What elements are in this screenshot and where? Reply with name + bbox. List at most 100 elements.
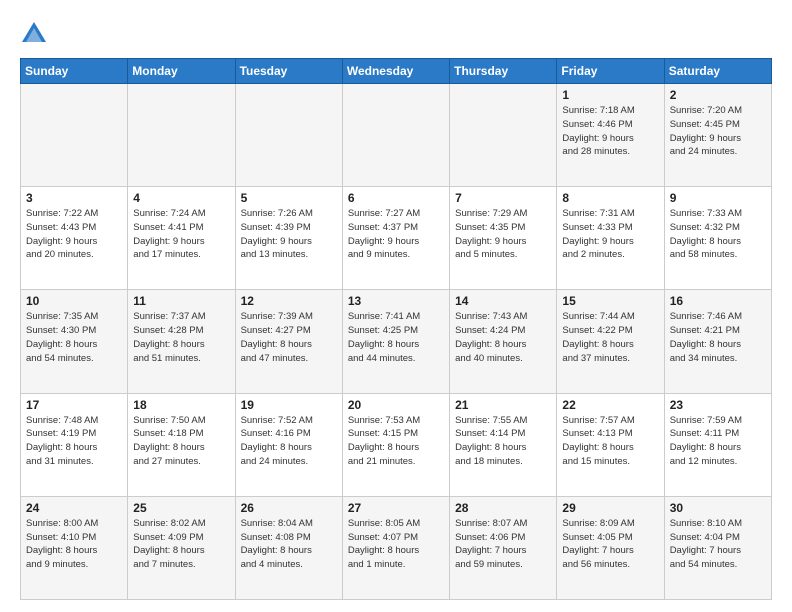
header-day-saturday: Saturday [664, 59, 771, 84]
day-number: 5 [241, 191, 337, 205]
day-cell [21, 84, 128, 187]
day-cell: 4 Sunrise: 7:24 AM Sunset: 4:41 PM Daylig… [128, 187, 235, 290]
day-number: 28 [455, 501, 551, 515]
logo-icon [20, 20, 48, 48]
day-cell: 25 Sunrise: 8:02 AM Sunset: 4:09 PM Dayli… [128, 496, 235, 599]
day-number: 16 [670, 294, 766, 308]
day-info: Sunrise: 8:00 AM Sunset: 4:10 PM Dayligh… [26, 517, 122, 572]
day-number: 6 [348, 191, 444, 205]
day-cell: 3Sunrise: 7:22 AM Sunset: 4:43 PM Daylig… [21, 187, 128, 290]
day-cell: 20Sunrise: 7:53 AM Sunset: 4:15 PM Dayli… [342, 393, 449, 496]
day-info: Sunrise: 7:46 AM Sunset: 4:21 PM Dayligh… [670, 310, 766, 365]
calendar-header: SundayMondayTuesdayWednesdayThursdayFrid… [21, 59, 772, 84]
day-cell [128, 84, 235, 187]
day-number: 29 [562, 501, 658, 515]
day-number: 20 [348, 398, 444, 412]
day-cell: 18 Sunrise: 7:50 AM Sunset: 4:18 PM Dayli… [128, 393, 235, 496]
week-row-0: 1 Sunrise: 7:18 AM Sunset: 4:46 PM Daylig… [21, 84, 772, 187]
day-info: Sunrise: 8:07 AM Sunset: 4:06 PM Dayligh… [455, 517, 551, 572]
day-cell: 29 Sunrise: 8:09 AM Sunset: 4:05 PM Dayli… [557, 496, 664, 599]
day-info: Sunrise: 7:59 AM Sunset: 4:11 PM Dayligh… [670, 414, 766, 469]
header-day-friday: Friday [557, 59, 664, 84]
calendar-table: SundayMondayTuesdayWednesdayThursdayFrid… [20, 58, 772, 600]
day-number: 19 [241, 398, 337, 412]
day-number: 2 [670, 88, 766, 102]
day-cell: 27 Sunrise: 8:05 AM Sunset: 4:07 PM Dayli… [342, 496, 449, 599]
day-number: 13 [348, 294, 444, 308]
day-number: 17 [26, 398, 122, 412]
header-day-tuesday: Tuesday [235, 59, 342, 84]
day-info: Sunrise: 7:26 AM Sunset: 4:39 PM Dayligh… [241, 207, 337, 262]
week-row-4: 24Sunrise: 8:00 AM Sunset: 4:10 PM Dayli… [21, 496, 772, 599]
day-number: 10 [26, 294, 122, 308]
calendar-body: 1 Sunrise: 7:18 AM Sunset: 4:46 PM Daylig… [21, 84, 772, 600]
day-cell: 7 Sunrise: 7:29 AM Sunset: 4:35 PM Daylig… [450, 187, 557, 290]
day-number: 27 [348, 501, 444, 515]
page: SundayMondayTuesdayWednesdayThursdayFrid… [0, 0, 792, 612]
day-cell: 22Sunrise: 7:57 AM Sunset: 4:13 PM Dayli… [557, 393, 664, 496]
day-cell: 9Sunrise: 7:33 AM Sunset: 4:32 PM Daylig… [664, 187, 771, 290]
day-number: 30 [670, 501, 766, 515]
day-info: Sunrise: 7:27 AM Sunset: 4:37 PM Dayligh… [348, 207, 444, 262]
day-cell: 10 Sunrise: 7:35 AM Sunset: 4:30 PM Dayli… [21, 290, 128, 393]
day-info: Sunrise: 7:52 AM Sunset: 4:16 PM Dayligh… [241, 414, 337, 469]
day-cell: 15 Sunrise: 7:44 AM Sunset: 4:22 PM Dayli… [557, 290, 664, 393]
day-cell: 24Sunrise: 8:00 AM Sunset: 4:10 PM Dayli… [21, 496, 128, 599]
header-day-sunday: Sunday [21, 59, 128, 84]
day-info: Sunrise: 7:44 AM Sunset: 4:22 PM Dayligh… [562, 310, 658, 365]
day-cell: 8Sunrise: 7:31 AM Sunset: 4:33 PM Daylig… [557, 187, 664, 290]
day-cell: 6 Sunrise: 7:27 AM Sunset: 4:37 PM Daylig… [342, 187, 449, 290]
day-number: 23 [670, 398, 766, 412]
day-cell: 28 Sunrise: 8:07 AM Sunset: 4:06 PM Dayli… [450, 496, 557, 599]
day-cell: 30 Sunrise: 8:10 AM Sunset: 4:04 PM Dayli… [664, 496, 771, 599]
day-info: Sunrise: 8:10 AM Sunset: 4:04 PM Dayligh… [670, 517, 766, 572]
day-cell: 1 Sunrise: 7:18 AM Sunset: 4:46 PM Daylig… [557, 84, 664, 187]
day-cell [342, 84, 449, 187]
day-cell: 17Sunrise: 7:48 AM Sunset: 4:19 PM Dayli… [21, 393, 128, 496]
day-cell: 12 Sunrise: 7:39 AM Sunset: 4:27 PM Dayli… [235, 290, 342, 393]
day-info: Sunrise: 7:24 AM Sunset: 4:41 PM Dayligh… [133, 207, 229, 262]
day-info: Sunrise: 7:33 AM Sunset: 4:32 PM Dayligh… [670, 207, 766, 262]
day-number: 14 [455, 294, 551, 308]
day-cell: 5 Sunrise: 7:26 AM Sunset: 4:39 PM Daylig… [235, 187, 342, 290]
day-cell: 23 Sunrise: 7:59 AM Sunset: 4:11 PM Dayli… [664, 393, 771, 496]
day-cell [450, 84, 557, 187]
day-cell: 19 Sunrise: 7:52 AM Sunset: 4:16 PM Dayli… [235, 393, 342, 496]
day-cell [235, 84, 342, 187]
day-info: Sunrise: 7:55 AM Sunset: 4:14 PM Dayligh… [455, 414, 551, 469]
day-info: Sunrise: 8:02 AM Sunset: 4:09 PM Dayligh… [133, 517, 229, 572]
logo [20, 20, 52, 48]
day-number: 25 [133, 501, 229, 515]
day-info: Sunrise: 8:05 AM Sunset: 4:07 PM Dayligh… [348, 517, 444, 572]
day-number: 18 [133, 398, 229, 412]
day-info: Sunrise: 7:35 AM Sunset: 4:30 PM Dayligh… [26, 310, 122, 365]
day-number: 11 [133, 294, 229, 308]
day-info: Sunrise: 7:50 AM Sunset: 4:18 PM Dayligh… [133, 414, 229, 469]
week-row-2: 10 Sunrise: 7:35 AM Sunset: 4:30 PM Dayli… [21, 290, 772, 393]
week-row-1: 3Sunrise: 7:22 AM Sunset: 4:43 PM Daylig… [21, 187, 772, 290]
day-number: 1 [562, 88, 658, 102]
day-number: 4 [133, 191, 229, 205]
day-cell: 21 Sunrise: 7:55 AM Sunset: 4:14 PM Dayli… [450, 393, 557, 496]
day-info: Sunrise: 7:18 AM Sunset: 4:46 PM Dayligh… [562, 104, 658, 159]
day-number: 7 [455, 191, 551, 205]
day-info: Sunrise: 7:41 AM Sunset: 4:25 PM Dayligh… [348, 310, 444, 365]
day-info: Sunrise: 8:04 AM Sunset: 4:08 PM Dayligh… [241, 517, 337, 572]
day-number: 8 [562, 191, 658, 205]
day-number: 21 [455, 398, 551, 412]
day-number: 12 [241, 294, 337, 308]
day-cell: 11Sunrise: 7:37 AM Sunset: 4:28 PM Dayli… [128, 290, 235, 393]
header-day-thursday: Thursday [450, 59, 557, 84]
day-info: Sunrise: 7:39 AM Sunset: 4:27 PM Dayligh… [241, 310, 337, 365]
day-number: 15 [562, 294, 658, 308]
day-cell: 16 Sunrise: 7:46 AM Sunset: 4:21 PM Dayli… [664, 290, 771, 393]
header-day-monday: Monday [128, 59, 235, 84]
day-cell: 2 Sunrise: 7:20 AM Sunset: 4:45 PM Daylig… [664, 84, 771, 187]
day-info: Sunrise: 7:43 AM Sunset: 4:24 PM Dayligh… [455, 310, 551, 365]
day-info: Sunrise: 8:09 AM Sunset: 4:05 PM Dayligh… [562, 517, 658, 572]
day-number: 26 [241, 501, 337, 515]
header-day-wednesday: Wednesday [342, 59, 449, 84]
day-info: Sunrise: 7:29 AM Sunset: 4:35 PM Dayligh… [455, 207, 551, 262]
day-info: Sunrise: 7:20 AM Sunset: 4:45 PM Dayligh… [670, 104, 766, 159]
week-row-3: 17Sunrise: 7:48 AM Sunset: 4:19 PM Dayli… [21, 393, 772, 496]
